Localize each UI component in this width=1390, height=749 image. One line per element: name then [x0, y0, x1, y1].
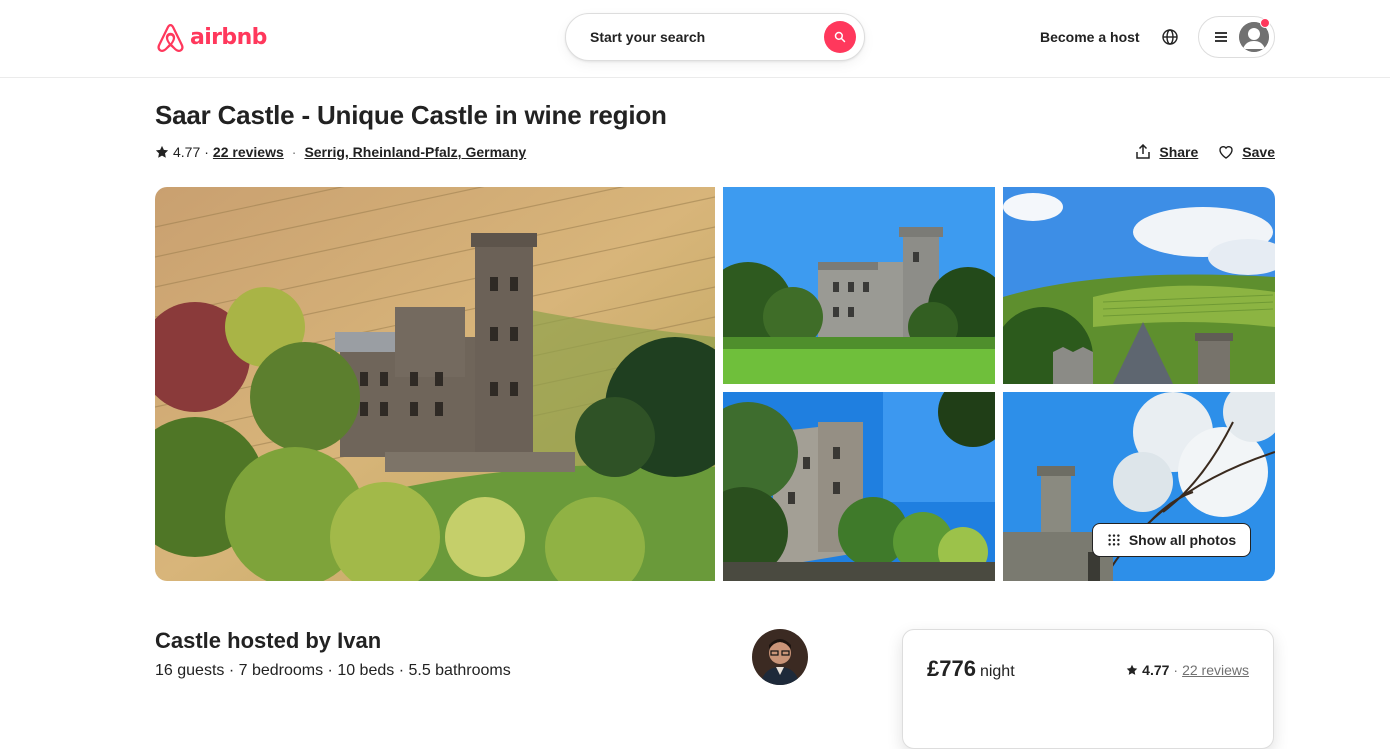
- booking-card: £776 night 4.77 · 22 reviews: [902, 629, 1274, 749]
- star-icon: [1126, 664, 1138, 675]
- location-link[interactable]: Serrig, Rheinland-Pfalz, Germany: [304, 144, 526, 160]
- heart-icon: [1219, 146, 1233, 159]
- listing-meta: 4.77 · 22 reviews · Serrig, Rheinland-Pf…: [155, 142, 526, 162]
- host-avatar[interactable]: [752, 629, 808, 685]
- gallery-photo-3[interactable]: [1003, 187, 1275, 384]
- share-icon: [1136, 144, 1151, 159]
- castle-wall-photo: [723, 392, 995, 581]
- gallery-photo-main[interactable]: [155, 187, 715, 581]
- host-details: 16 guests · 7 bedrooms · 10 beds · 5.5 b…: [155, 662, 511, 679]
- language-button[interactable]: [1153, 20, 1187, 54]
- globe-icon: [1162, 29, 1178, 45]
- search-label: Start your search: [590, 29, 706, 45]
- rating-separator: ·: [204, 144, 209, 160]
- gallery-photo-4[interactable]: [723, 392, 995, 581]
- airbnb-belo-icon: [157, 23, 184, 52]
- price-block: £776 night: [927, 656, 1015, 682]
- notification-dot: [1260, 18, 1270, 28]
- card-rating: 4.77 · 22 reviews: [1126, 662, 1249, 678]
- host-title: Castle hosted by Ivan: [155, 628, 382, 653]
- reviews-link[interactable]: 22 reviews: [213, 144, 284, 160]
- search-bar[interactable]: Start your search: [565, 13, 865, 61]
- castle-vineyard-photo: [155, 187, 715, 581]
- castle-front-photo: [723, 187, 995, 384]
- brand-wordmark: airbnb: [190, 24, 267, 50]
- grid-dots-icon: [1108, 534, 1120, 546]
- show-all-photos-button[interactable]: Show all photos: [1092, 523, 1251, 557]
- meta-separator: ·: [291, 144, 297, 160]
- listing-title: Saar Castle - Unique Castle in wine regi…: [155, 100, 667, 130]
- card-rating-value: 4.77: [1142, 662, 1170, 678]
- airbnb-logo[interactable]: airbnb: [155, 21, 267, 53]
- search-icon: [834, 31, 846, 43]
- photo-gallery: [155, 187, 1275, 581]
- top-header: airbnb Start your search Become a host: [0, 0, 1390, 78]
- listing-actions: Share Save: [1135, 141, 1275, 163]
- search-button[interactable]: [824, 21, 856, 53]
- card-rating-separator: ·: [1173, 662, 1179, 678]
- show-all-label: Show all photos: [1128, 532, 1237, 548]
- become-host-link[interactable]: Become a host: [1028, 20, 1152, 54]
- price-unit: night: [979, 663, 1015, 680]
- rating-value: 4.77: [173, 144, 201, 160]
- vineyard-hills-photo: [1003, 187, 1275, 384]
- save-button[interactable]: Save: [1218, 144, 1275, 160]
- hamburger-menu-icon: [1213, 29, 1229, 45]
- gallery-photo-2[interactable]: [723, 187, 995, 384]
- card-reviews-link[interactable]: 22 reviews: [1182, 662, 1249, 678]
- save-label: Save: [1242, 144, 1275, 160]
- price-amount: £776: [927, 656, 976, 681]
- share-button[interactable]: Share: [1135, 144, 1198, 160]
- star-icon: [155, 145, 169, 158]
- share-label: Share: [1159, 144, 1199, 160]
- host-portrait-image: [752, 629, 808, 685]
